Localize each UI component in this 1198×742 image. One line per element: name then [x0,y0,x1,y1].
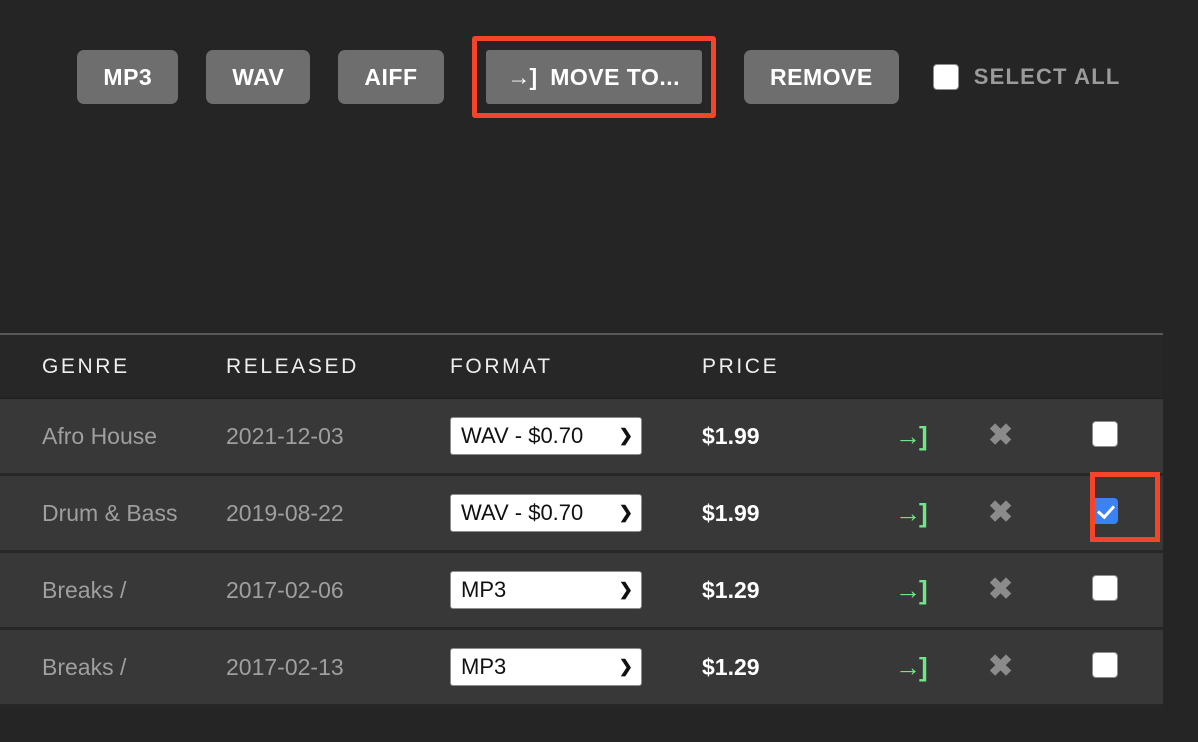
move-to-row-icon[interactable]: →] [895,421,928,452]
cell-remove: ✖ [968,652,1068,682]
remove-row-icon[interactable]: ✖ [988,575,1013,605]
cell-released: 2017-02-06 [226,576,344,603]
row-checkbox[interactable] [1092,420,1118,447]
format-select-value: WAV - $0.70 [461,500,584,525]
move-to-label: MOVE TO... [550,64,681,90]
column-header-released: RELEASED [226,354,359,378]
move-to-highlight-box: →] MOVE TO... [471,36,717,118]
bulk-action-toolbar: MP3 WAV AIFF →] MOVE TO... REMOVE SELECT… [0,0,1198,150]
column-header-format: FORMAT [450,354,553,378]
move-to-row-icon[interactable]: →] [895,575,928,606]
cell-select [1068,574,1163,606]
move-to-row-icon[interactable]: →] [895,498,928,529]
table-row[interactable]: Breaks / 2017-02-13 MP3 ❯ $1.29 →] ✖ [0,630,1163,707]
cell-select [1068,420,1163,452]
table-row[interactable]: Breaks / 2017-02-06 MP3 ❯ $1.29 →] ✖ [0,553,1163,630]
cell-remove: ✖ [968,575,1068,605]
page-bottom-area [0,714,1198,742]
cell-move: →] [850,498,968,529]
cell-genre: Drum & Bass [42,499,178,526]
cell-format: MP3 ❯ [450,648,702,686]
cell-released: 2017-02-13 [226,653,344,680]
select-all-label: SELECT ALL [973,64,1121,89]
cell-format: MP3 ❯ [450,571,702,609]
cell-genre: Breaks / [42,653,127,680]
cell-move: →] [850,575,968,606]
cell-format: WAV - $0.70 ❯ [450,417,702,455]
column-header-genre: GENRE [42,354,130,378]
select-all-group[interactable]: SELECT ALL [932,64,1121,90]
row-checkbox[interactable] [1092,651,1118,678]
cell-released: 2021-12-03 [226,422,344,449]
chevron-down-icon: ❯ [618,426,633,445]
format-select-value: WAV - $0.70 [461,423,584,448]
table-row[interactable]: Afro House 2021-12-03 WAV - $0.70 ❯ $1.9… [0,399,1163,476]
format-select[interactable]: WAV - $0.70 ❯ [450,494,642,532]
row-checkbox[interactable] [1092,497,1118,524]
cell-genre: Afro House [42,422,158,449]
chevron-down-icon: ❯ [618,503,633,522]
cell-genre: Breaks / [42,576,127,603]
cell-price: $1.29 [702,576,760,603]
select-all-checkbox[interactable] [932,64,959,90]
cell-remove: ✖ [968,498,1068,528]
mp3-button[interactable]: MP3 [77,50,179,104]
format-select-value: MP3 [461,654,507,679]
cell-price: $1.99 [702,499,760,526]
remove-button[interactable]: REMOVE [744,50,899,104]
format-select[interactable]: WAV - $0.70 ❯ [450,417,642,455]
chevron-down-icon: ❯ [618,657,633,676]
cell-price: $1.99 [702,422,760,449]
remove-row-icon[interactable]: ✖ [988,652,1013,682]
column-header-price: PRICE [702,354,780,378]
aiff-button[interactable]: AIFF [338,50,444,104]
cell-move: →] [850,652,968,683]
cell-select [1068,651,1163,683]
cart-items-table: GENRE RELEASED FORMAT PRICE Afro House 2… [0,333,1163,707]
move-to-icon: →] [507,64,538,90]
remove-row-icon[interactable]: ✖ [988,498,1013,528]
format-select[interactable]: MP3 ❯ [450,571,642,609]
cell-move: →] [850,421,968,452]
cell-released: 2019-08-22 [226,499,344,526]
move-to-button[interactable]: →] MOVE TO... [485,50,703,104]
table-row[interactable]: Drum & Bass 2019-08-22 WAV - $0.70 ❯ $1.… [0,472,1163,553]
format-select[interactable]: MP3 ❯ [450,648,642,686]
cell-format: WAV - $0.70 ❯ [450,494,702,532]
cell-price: $1.29 [702,653,760,680]
cell-remove: ✖ [968,421,1068,451]
chevron-down-icon: ❯ [618,580,633,599]
table-header-row: GENRE RELEASED FORMAT PRICE [0,335,1163,399]
row-checkbox[interactable] [1092,574,1118,601]
move-to-row-icon[interactable]: →] [895,652,928,683]
wav-button[interactable]: WAV [206,50,311,104]
cell-select [1068,497,1163,529]
format-select-value: MP3 [461,577,507,602]
remove-row-icon[interactable]: ✖ [988,421,1013,451]
